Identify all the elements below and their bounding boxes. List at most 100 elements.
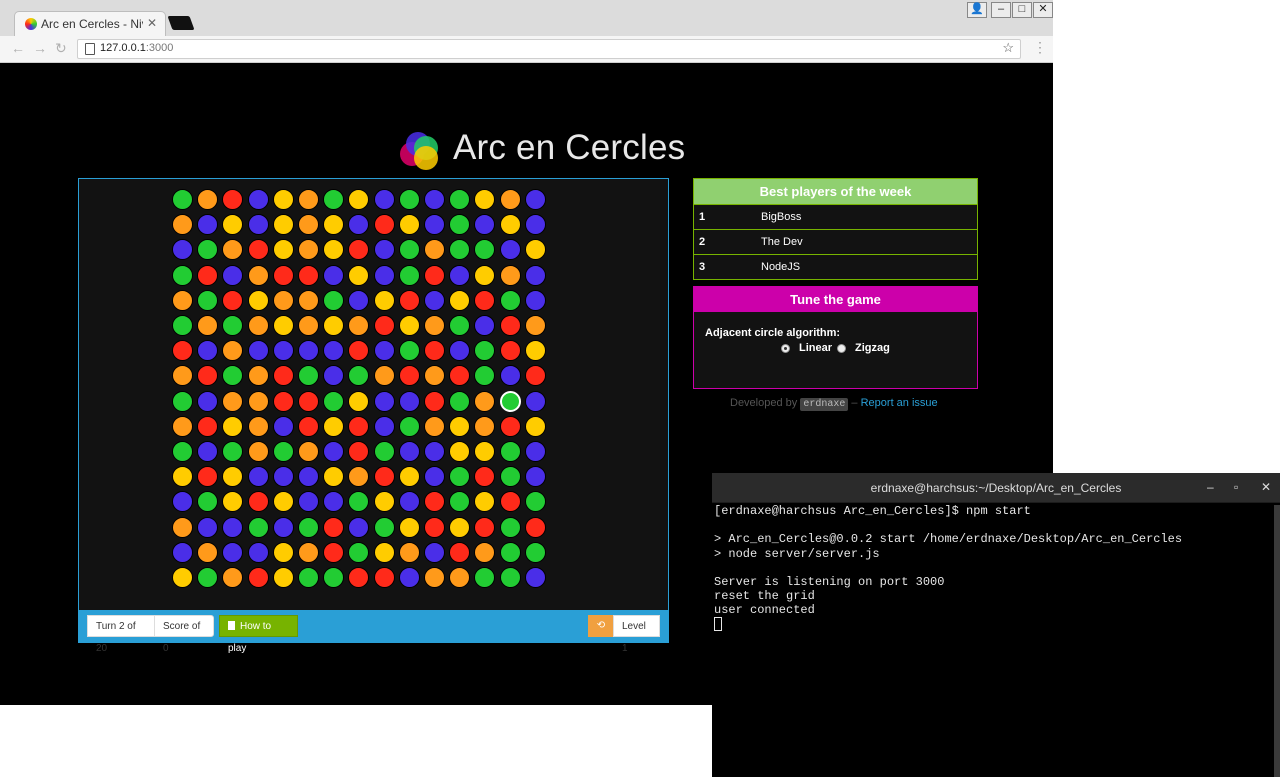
grid-circle[interactable] xyxy=(323,214,345,236)
close-tab-icon[interactable]: ✕ xyxy=(147,16,157,30)
grid-circle[interactable] xyxy=(172,390,193,412)
grid-circle[interactable] xyxy=(298,567,319,588)
grid-circle[interactable] xyxy=(424,390,445,412)
grid-circle[interactable] xyxy=(449,189,471,210)
terminal-minimize-icon[interactable]: – xyxy=(1207,480,1214,494)
grid-circle[interactable] xyxy=(449,466,471,488)
grid-circle[interactable] xyxy=(222,264,244,286)
grid-circle[interactable] xyxy=(373,340,395,362)
grid-circle[interactable] xyxy=(298,491,319,513)
radio-linear-label[interactable]: Linear xyxy=(799,342,832,354)
grid-circle[interactable] xyxy=(323,315,345,336)
grid-circle[interactable] xyxy=(524,541,546,563)
grid-circle[interactable] xyxy=(449,415,471,437)
grid-circle[interactable] xyxy=(222,441,244,462)
grid-circle[interactable] xyxy=(272,189,294,210)
grid-circle[interactable] xyxy=(348,365,370,387)
radio-zigzag[interactable] xyxy=(837,344,846,353)
grid-circle[interactable] xyxy=(197,365,219,387)
grid-circle[interactable] xyxy=(197,466,219,488)
grid-circle[interactable] xyxy=(348,516,370,538)
grid-circle[interactable] xyxy=(398,365,420,387)
grid-circle[interactable] xyxy=(449,390,471,412)
grid-circle[interactable] xyxy=(499,315,521,336)
grid-circle[interactable] xyxy=(373,516,395,538)
grid-circle[interactable] xyxy=(524,315,546,336)
grid-circle[interactable] xyxy=(272,466,294,488)
grid-circle[interactable] xyxy=(272,415,294,437)
grid-circle[interactable] xyxy=(323,567,345,588)
grid-circle[interactable] xyxy=(474,441,496,462)
grid-circle[interactable] xyxy=(424,239,445,261)
reload-icon[interactable]: ↻ xyxy=(55,40,67,57)
terminal-maximize-icon[interactable]: ▫ xyxy=(1234,480,1238,494)
grid-circle[interactable] xyxy=(398,415,420,437)
grid-circle[interactable] xyxy=(499,541,521,563)
grid-circle[interactable] xyxy=(373,315,395,336)
grid-circle[interactable] xyxy=(373,264,395,286)
grid-circle[interactable] xyxy=(222,214,244,236)
grid-circle[interactable] xyxy=(524,239,546,261)
grid-circle[interactable] xyxy=(222,516,244,538)
grid-circle[interactable] xyxy=(197,415,219,437)
grid-circle[interactable] xyxy=(222,466,244,488)
grid-circle[interactable] xyxy=(524,567,546,588)
grid-circle[interactable] xyxy=(197,289,219,311)
grid-circle[interactable] xyxy=(197,441,219,462)
grid-circle[interactable] xyxy=(272,491,294,513)
grid-circle[interactable] xyxy=(323,239,345,261)
grid-circle[interactable] xyxy=(373,289,395,311)
grid-circle[interactable] xyxy=(272,567,294,588)
grid-circle[interactable] xyxy=(272,340,294,362)
grid-circle[interactable] xyxy=(499,491,521,513)
grid-circle[interactable] xyxy=(348,315,370,336)
grid-circle[interactable] xyxy=(398,541,420,563)
grid-circle[interactable] xyxy=(348,415,370,437)
grid-circle[interactable] xyxy=(323,466,345,488)
grid-circle[interactable] xyxy=(222,189,244,210)
grid-circle[interactable] xyxy=(398,491,420,513)
grid-circle[interactable] xyxy=(449,441,471,462)
grid-circle[interactable] xyxy=(298,390,319,412)
new-tab-button[interactable] xyxy=(167,16,195,30)
grid-circle[interactable] xyxy=(424,214,445,236)
grid-circle[interactable] xyxy=(398,466,420,488)
grid-circle[interactable] xyxy=(499,214,521,236)
grid-circle[interactable] xyxy=(499,466,521,488)
grid-circle[interactable] xyxy=(474,340,496,362)
grid-circle[interactable] xyxy=(323,390,345,412)
grid-circle[interactable] xyxy=(499,415,521,437)
grid-circle[interactable] xyxy=(474,415,496,437)
grid-circle[interactable] xyxy=(449,264,471,286)
grid-circle[interactable] xyxy=(348,466,370,488)
grid-circle[interactable] xyxy=(298,289,319,311)
grid-circle[interactable] xyxy=(449,491,471,513)
grid-circle[interactable] xyxy=(172,491,193,513)
grid-circle[interactable] xyxy=(398,264,420,286)
grid-circle[interactable] xyxy=(222,289,244,311)
grid-circle[interactable] xyxy=(172,264,193,286)
grid-circle[interactable] xyxy=(272,441,294,462)
grid-circle[interactable] xyxy=(398,567,420,588)
grid-circle[interactable] xyxy=(474,466,496,488)
grid-circle[interactable] xyxy=(474,189,496,210)
grid-circle[interactable] xyxy=(524,516,546,538)
grid-circle[interactable] xyxy=(172,365,193,387)
grid-circle[interactable] xyxy=(348,541,370,563)
grid-circle[interactable] xyxy=(474,516,496,538)
grid-circle[interactable] xyxy=(272,516,294,538)
grid-circle[interactable] xyxy=(247,491,269,513)
grid-circle[interactable] xyxy=(499,390,521,412)
grid-circle[interactable] xyxy=(247,516,269,538)
grid-circle[interactable] xyxy=(197,189,219,210)
grid-circle[interactable] xyxy=(222,491,244,513)
grid-circle[interactable] xyxy=(298,466,319,488)
terminal-close-icon[interactable]: ✕ xyxy=(1261,480,1271,494)
grid-circle[interactable] xyxy=(424,466,445,488)
grid-circle[interactable] xyxy=(398,516,420,538)
grid-circle[interactable] xyxy=(222,567,244,588)
grid-circle[interactable] xyxy=(222,315,244,336)
grid-circle[interactable] xyxy=(197,340,219,362)
grid-circle[interactable] xyxy=(197,315,219,336)
grid-circle[interactable] xyxy=(524,491,546,513)
